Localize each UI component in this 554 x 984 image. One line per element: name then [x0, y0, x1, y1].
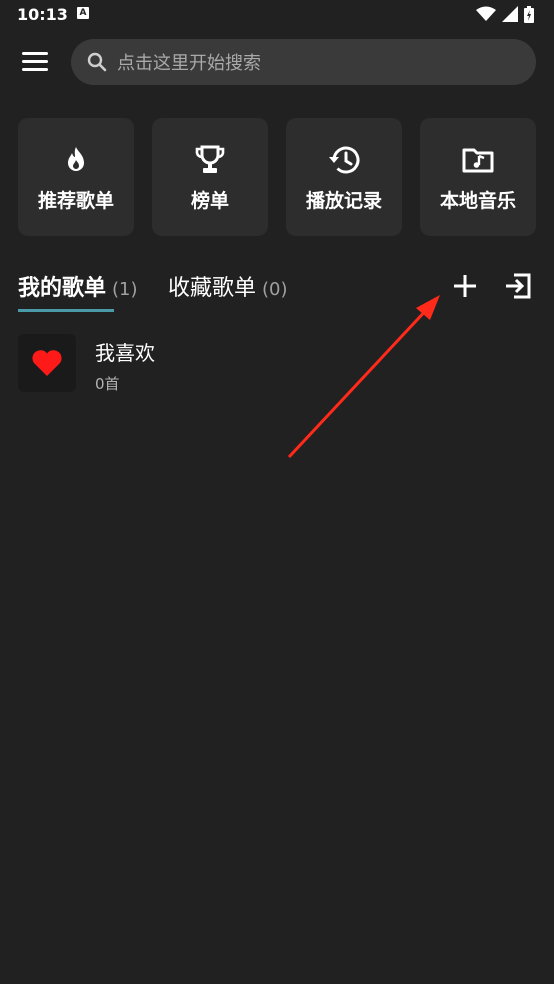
search-placeholder: 点击这里开始搜索 — [117, 53, 261, 74]
card-label: 榜单 — [190, 190, 229, 212]
status-time: 10:13 — [17, 5, 68, 24]
wifi-icon — [476, 6, 496, 21]
signal-icon — [502, 6, 518, 22]
tab-count: (1) — [112, 279, 138, 300]
search-icon — [87, 52, 107, 72]
music-folder-icon — [461, 144, 495, 176]
playlist-name[interactable]: 我喜欢 — [95, 337, 155, 366]
card-play-history[interactable]: 播放记录 — [286, 118, 402, 236]
playlist-song-count: 0首 — [95, 375, 120, 393]
active-tab-indicator — [18, 309, 114, 312]
status-icons — [476, 5, 534, 23]
playlist-cover[interactable] — [18, 334, 76, 392]
card-label: 推荐歌单 — [37, 190, 114, 212]
tab-label: 收藏歌单 — [168, 276, 257, 301]
search-bar[interactable]: 点击这里开始搜索 — [71, 39, 536, 85]
card-recommended-playlists[interactable]: 推荐歌单 — [18, 118, 134, 236]
notification-icon: A — [77, 7, 89, 19]
heart-icon — [32, 350, 62, 376]
history-icon — [327, 144, 361, 176]
tab-favorite-playlists[interactable]: (0) 收藏歌单 (0) — [168, 270, 288, 302]
battery-icon — [524, 5, 534, 23]
plus-icon[interactable] — [453, 274, 477, 298]
annotation-arrow — [287, 295, 440, 459]
card-local-music[interactable]: 本地音乐 — [420, 118, 536, 236]
import-icon[interactable] — [504, 272, 532, 300]
card-label: 本地音乐 — [439, 190, 516, 212]
card-charts[interactable]: 榜单 — [152, 118, 268, 236]
flame-icon — [59, 144, 93, 176]
card-label: 播放记录 — [305, 190, 382, 212]
menu-button[interactable] — [20, 50, 50, 74]
tab-label: 我的歌单 — [18, 276, 107, 301]
tab-my-playlists[interactable]: 我的歌单 (1) — [18, 270, 138, 302]
trophy-icon — [193, 144, 227, 176]
